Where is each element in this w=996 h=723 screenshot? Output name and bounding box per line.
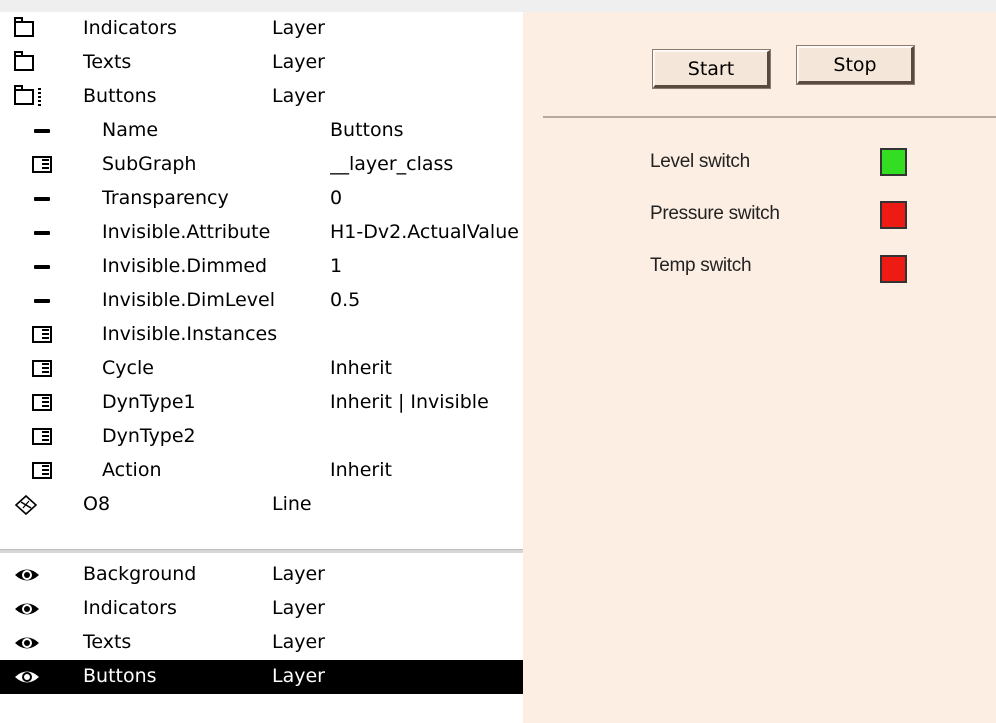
dash-icon [30,290,54,312]
top-strip [0,0,996,12]
tree-row-name: Indicators [83,17,177,39]
attribute-name: Invisible.Instances [102,323,278,345]
layer-visibility-list: Background Layer Indicators Layer Texts … [0,558,523,694]
stop-button[interactable]: Stop [797,46,914,84]
tree-row-type: Layer [272,631,325,653]
attribute-value: 1 [330,255,343,277]
tree-row-type: Layer [272,17,325,39]
layer-tree-top: Indicators Layer Texts Layer Buttons Lay… [0,12,523,522]
attribute-name: DynType2 [102,425,196,447]
attribute-group-icon [30,324,54,346]
tree-row-texts[interactable]: Texts Layer [0,46,523,80]
attribute-name: Invisible.Attribute [102,221,271,243]
attribute-value: Inherit [330,357,392,379]
separator-line [543,116,996,118]
attribute-value: Inherit | Invisible [330,391,489,413]
dash-icon [30,120,54,142]
attribute-row-invisible-dimmed[interactable]: Invisible.Dimmed 1 [0,250,523,284]
tree-row-type: Line [272,493,312,515]
tree-row-type: Layer [272,51,325,73]
visibility-row-background[interactable]: Background Layer [0,558,523,592]
tree-row-name: Texts [83,631,132,653]
visibility-row-texts[interactable]: Texts Layer [0,626,523,660]
eye-icon[interactable] [14,666,39,688]
temp-switch-indicator [880,255,907,283]
visibility-row-buttons[interactable]: Buttons Layer [0,660,523,694]
tree-row-name: Texts [83,51,132,73]
tree-row-buttons[interactable]: Buttons Layer [0,80,523,114]
layer-tree-panel: Indicators Layer Texts Layer Buttons Lay… [0,12,523,723]
attribute-row-invisible-attribute[interactable]: Invisible.Attribute H1-Dv2.ActualValue [0,216,523,250]
pressure-switch-indicator [880,201,907,229]
folder-icon [14,17,38,40]
attribute-row-action[interactable]: Action Inherit [0,454,523,488]
eye-icon[interactable] [14,598,39,620]
attribute-row-name[interactable]: Name Buttons [0,114,523,148]
level-switch-label: Level switch [650,151,750,172]
start-button[interactable]: Start [653,50,770,88]
attribute-group-icon [30,358,54,380]
attribute-name: Name [102,119,159,141]
tree-row-name: Background [83,563,197,585]
attribute-name: DynType1 [102,391,196,413]
tree-row-o8[interactable]: O8 Line [0,488,523,522]
dash-icon [30,222,54,244]
attribute-name: SubGraph [102,153,197,175]
attribute-row-cycle[interactable]: Cycle Inherit [0,352,523,386]
tree-row-name: Buttons [83,665,157,687]
attribute-group-icon [30,460,54,482]
tree-row-type: Layer [272,597,325,619]
attribute-value: Buttons [330,119,404,141]
attribute-row-invisible-dimlevel[interactable]: Invisible.DimLevel 0.5 [0,284,523,318]
eye-icon[interactable] [14,564,39,586]
attribute-value: 0 [330,187,343,209]
tree-row-name: Indicators [83,597,177,619]
tree-row-name: O8 [83,493,111,515]
tree-row-type: Layer [272,563,325,585]
tree-row-type: Layer [272,85,325,107]
attribute-group-icon [30,426,54,448]
line-object-icon [14,494,38,516]
tree-row-type: Layer [272,665,325,687]
dash-icon [30,256,54,278]
level-switch-indicator [880,148,907,176]
attribute-group-icon [30,392,54,414]
eye-icon[interactable] [14,632,39,654]
attribute-row-invisible-instances[interactable]: Invisible.Instances [0,318,523,352]
attribute-name: Cycle [102,357,154,379]
attribute-name: Invisible.DimLevel [102,289,275,311]
attribute-row-transparency[interactable]: Transparency 0 [0,182,523,216]
attribute-row-dyntype1[interactable]: DynType1 Inherit | Invisible [0,386,523,420]
pane-divider[interactable] [0,549,523,553]
temp-switch-label: Temp switch [650,255,752,276]
attribute-name: Action [102,459,162,481]
dash-icon [30,188,54,210]
pressure-switch-label: Pressure switch [650,203,780,224]
attribute-value: H1-Dv2.ActualValue [330,221,519,243]
attribute-value: __layer_class [330,153,454,175]
folder-icon [14,51,38,74]
attribute-name: Transparency [102,187,229,209]
attribute-value: 0.5 [330,289,361,311]
visibility-row-indicators[interactable]: Indicators Layer [0,592,523,626]
folder-open-icon [14,85,41,108]
attribute-group-icon [30,154,54,176]
attribute-name: Invisible.Dimmed [102,255,268,277]
graph-preview-panel: Start Stop Level switch Pressure switch … [523,12,996,723]
attribute-value: Inherit [330,459,392,481]
attribute-row-dyntype2[interactable]: DynType2 [0,420,523,454]
tree-row-indicators[interactable]: Indicators Layer [0,12,523,46]
tree-row-name: Buttons [83,85,157,107]
attribute-row-subgraph[interactable]: SubGraph __layer_class [0,148,523,182]
